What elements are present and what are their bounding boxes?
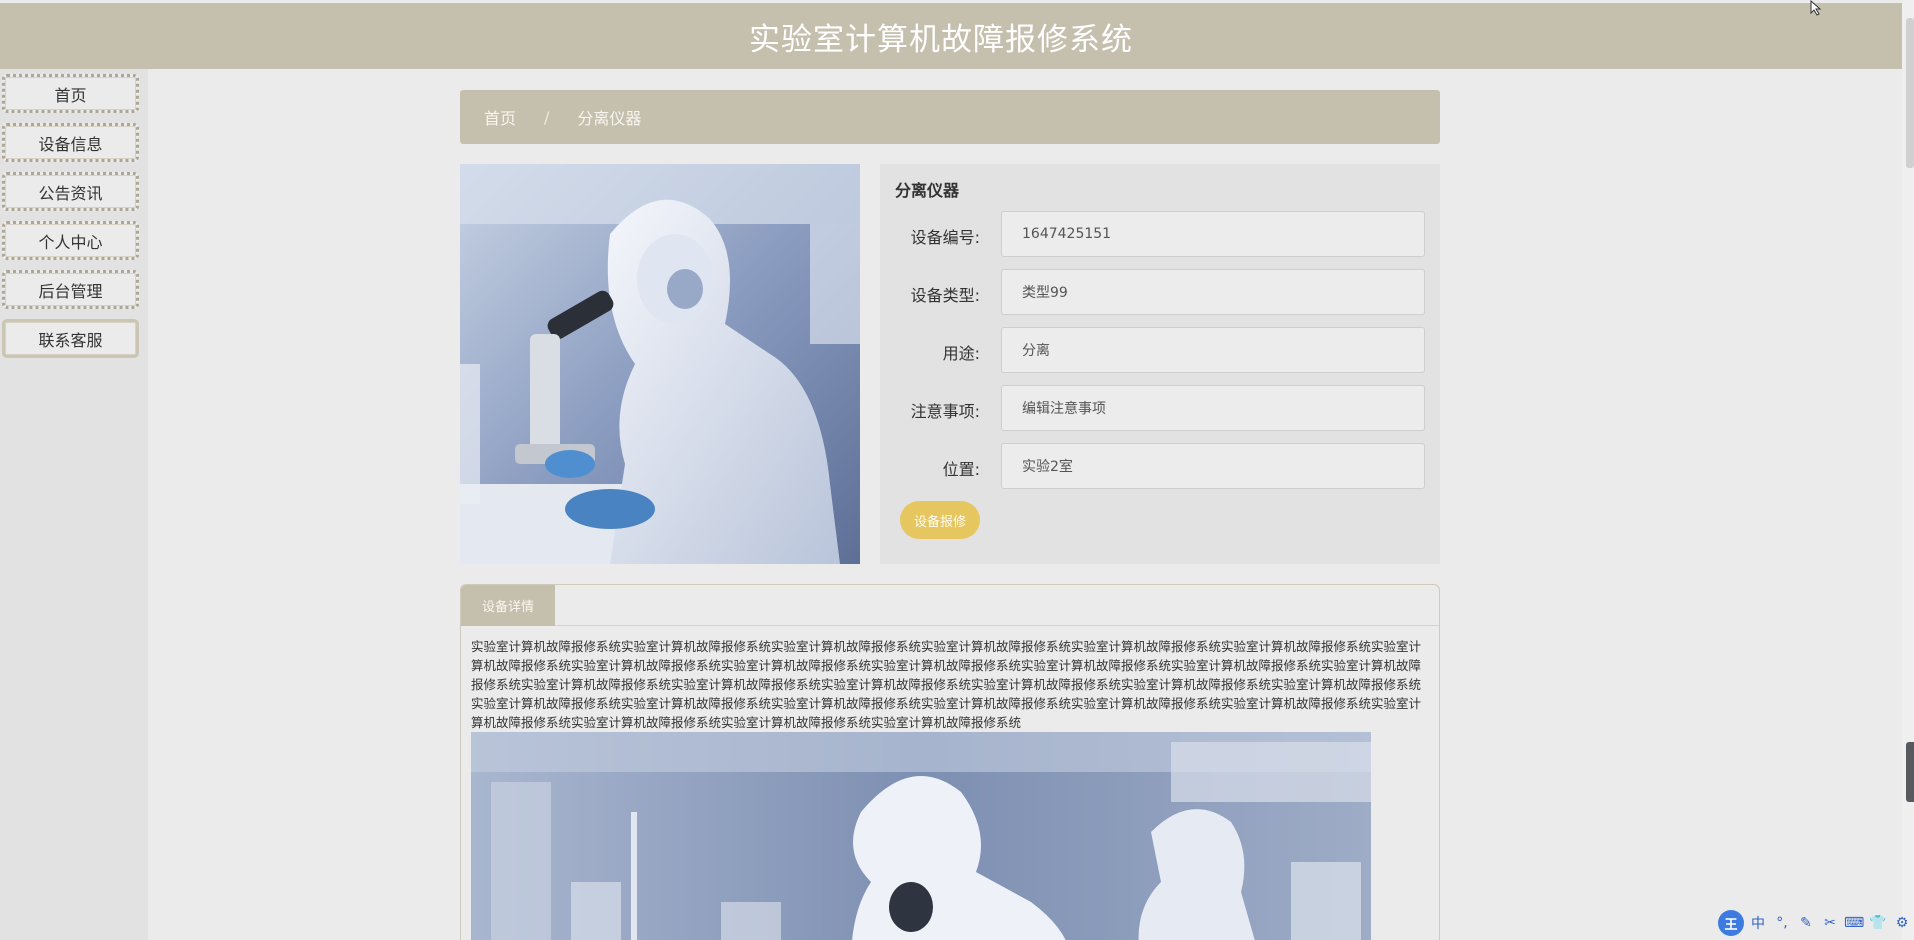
shirt-icon[interactable]: 👕 [1868, 915, 1888, 931]
sidebar-item-contact-support[interactable]: 联系客服 [2, 319, 139, 358]
side-drawer-handle[interactable] [1906, 742, 1914, 802]
field-label-device-type: 设备类型: [910, 286, 980, 305]
sidebar-item-home[interactable]: 首页 [2, 74, 139, 113]
ime-logo-icon[interactable]: 王 [1718, 910, 1744, 936]
equipment-info-panel: 分离仪器 设备编号: 1647425151 设备类型: 类型99 用途: 分离 … [880, 164, 1440, 564]
gear-icon[interactable]: ⚙ [1892, 915, 1912, 931]
equipment-image [460, 164, 860, 564]
site-title: 实验室计算机故障报修系统 [749, 21, 1133, 58]
sidebar: 首页 设备信息 公告资讯 个人中心 后台管理 联系客服 [0, 69, 148, 940]
site-header: 实验室计算机故障报修系统 [0, 3, 1902, 69]
field-label-notes: 注意事项: [910, 402, 980, 421]
lab-team-illustration [471, 732, 1371, 940]
punctuation-icon[interactable]: °, [1772, 915, 1792, 931]
sidebar-item-announcements[interactable]: 公告资讯 [2, 172, 139, 211]
mouse-cursor-icon [1810, 0, 1822, 16]
equipment-detail-section: 设备详情 实验室计算机故障报修系统实验室计算机故障报修系统实验室计算机故障报修系… [460, 584, 1440, 940]
repair-request-button[interactable]: 设备报修 [900, 501, 980, 539]
keyboard-icon[interactable]: ⌨ [1844, 915, 1864, 931]
equipment-detail-photo [471, 732, 1371, 940]
scrollbar-thumb[interactable] [1906, 18, 1914, 168]
sidebar-item-equipment-info[interactable]: 设备信息 [2, 123, 139, 162]
equipment-name: 分离仪器 [895, 181, 960, 200]
breadcrumb-current: 分离仪器 [577, 109, 642, 128]
field-device-number: 1647425151 [1001, 211, 1425, 257]
breadcrumb-home-link[interactable]: 首页 [484, 105, 516, 129]
breadcrumb: 首页 / 分离仪器 [460, 90, 1440, 144]
sidebar-item-admin[interactable]: 后台管理 [2, 270, 139, 309]
field-location: 实验2室 [1001, 443, 1425, 489]
field-purpose: 分离 [1001, 327, 1425, 373]
ime-mode-toggle[interactable]: 中 [1748, 913, 1768, 933]
field-notes: 编辑注意事项 [1001, 385, 1425, 431]
scissors-icon[interactable]: ✂ [1820, 915, 1840, 931]
sidebar-item-personal-center[interactable]: 个人中心 [2, 221, 139, 260]
detail-tab-bar: 设备详情 [461, 585, 1439, 626]
ime-toolbar: 王 中 °, ✎ ✂ ⌨ 👕 ⚙ [1718, 906, 1914, 940]
pen-icon[interactable]: ✎ [1796, 915, 1816, 931]
equipment-description: 实验室计算机故障报修系统实验室计算机故障报修系统实验室计算机故障报修系统实验室计… [471, 639, 1422, 730]
breadcrumb-separator: / [544, 107, 550, 127]
field-label-device-number: 设备编号: [910, 228, 980, 247]
field-device-type: 类型99 [1001, 269, 1425, 315]
tab-equipment-details[interactable]: 设备详情 [461, 585, 555, 626]
lab-scientist-illustration [460, 164, 860, 564]
field-label-location: 位置: [942, 460, 980, 479]
field-label-purpose: 用途: [942, 344, 980, 363]
